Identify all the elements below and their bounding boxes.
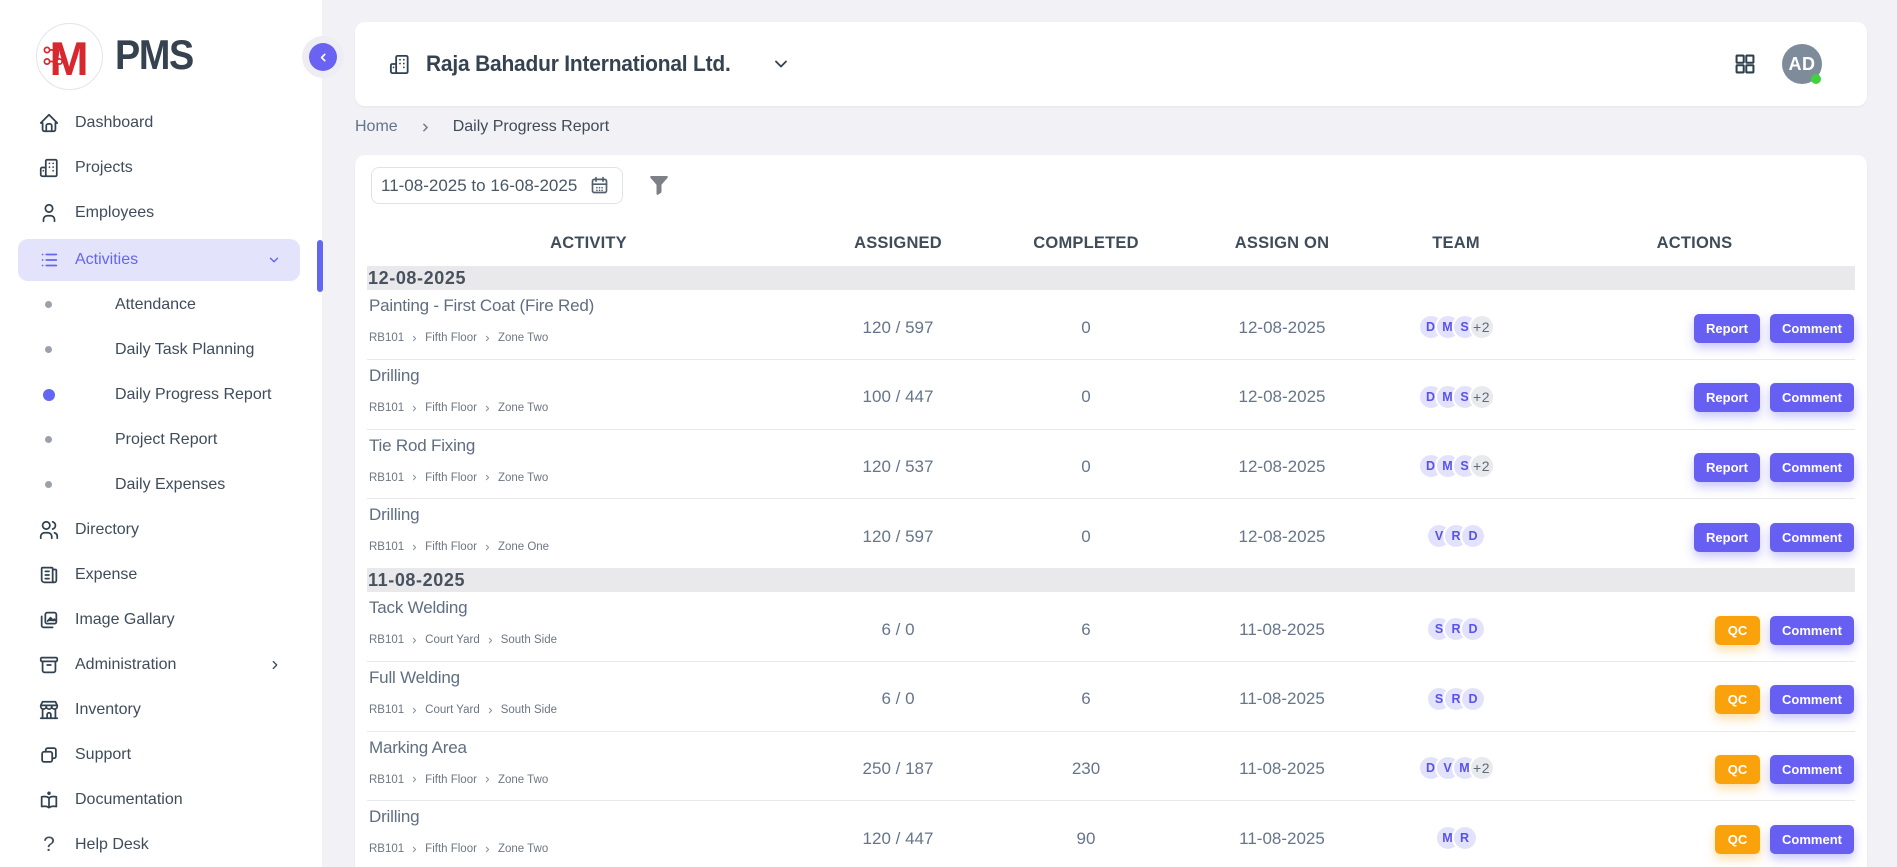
svg-text:M: M xyxy=(50,32,89,85)
